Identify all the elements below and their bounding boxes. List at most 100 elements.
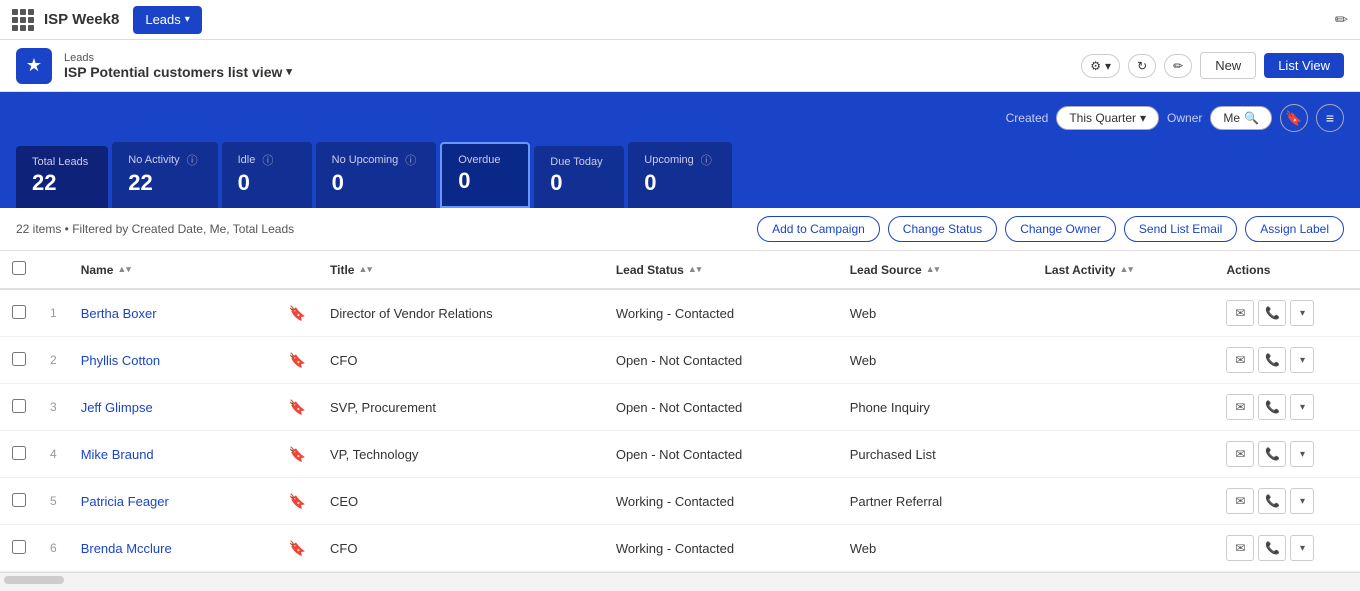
title-cell: CFO <box>318 525 604 572</box>
stat-card-overdue[interactable]: Overdue 0 <box>440 142 530 208</box>
last-activity-sort-icon[interactable]: ▲▾ <box>1119 264 1132 275</box>
select-all-checkbox[interactable] <box>12 261 26 275</box>
top-edit-icon[interactable]: ✏ <box>1335 10 1348 30</box>
lead-name-link[interactable]: Mike Braund <box>81 447 154 462</box>
row-bookmark-icon[interactable]: 🔖 <box>289 399 306 415</box>
stat-card-total-leads[interactable]: Total Leads 22 <box>16 146 108 208</box>
horizontal-scrollbar[interactable] <box>0 572 1360 586</box>
send-email-button[interactable]: Send List Email <box>1124 216 1237 242</box>
table-row: 2 Phyllis Cotton 🔖 CFO Open - Not Contac… <box>0 337 1360 384</box>
name-sort-icon[interactable]: ▲▾ <box>117 264 130 275</box>
settings-button[interactable]: ⚙ ▾ <box>1081 54 1120 78</box>
email-action-button[interactable]: ✉ <box>1226 535 1254 561</box>
last-activity-cell <box>1033 289 1215 337</box>
refresh-button[interactable]: ↻ <box>1128 54 1156 78</box>
list-filter-button[interactable]: ≡ <box>1316 104 1344 132</box>
phone-action-button[interactable]: 📞 <box>1258 300 1286 326</box>
assign-label-button[interactable]: Assign Label <box>1245 216 1344 242</box>
stat-value: 22 <box>128 170 197 196</box>
nav-tab-arrow-icon: ▾ <box>185 14 190 25</box>
stat-card-no-activity[interactable]: No Activityⓘ 22 <box>112 142 217 208</box>
phone-action-button[interactable]: 📞 <box>1258 441 1286 467</box>
owner-me-filter[interactable]: Me 🔍 <box>1210 106 1272 130</box>
stat-info-icon[interactable]: ⓘ <box>262 152 273 168</box>
email-action-button[interactable]: ✉ <box>1226 394 1254 420</box>
stat-value: 0 <box>458 168 508 194</box>
lead-name-link[interactable]: Brenda Mcclure <box>81 541 172 556</box>
lead-name-cell: Jeff Glimpse <box>69 384 277 431</box>
stat-info-icon[interactable]: ⓘ <box>405 152 416 168</box>
stat-label: No Activityⓘ <box>128 152 197 168</box>
email-action-button[interactable]: ✉ <box>1226 488 1254 514</box>
phone-action-button[interactable]: 📞 <box>1258 488 1286 514</box>
stats-section: Created This Quarter ▾ Owner Me 🔍 🔖 ≡ To… <box>0 92 1360 208</box>
bookmark-filter-button[interactable]: 🔖 <box>1280 104 1308 132</box>
row-dropdown-button[interactable]: ▾ <box>1290 300 1314 326</box>
row-checkbox-3[interactable] <box>12 446 26 460</box>
row-checkbox-cell <box>0 478 38 525</box>
stat-value: 0 <box>644 170 712 196</box>
lead-name-link[interactable]: Patricia Feager <box>81 494 169 509</box>
list-toolbar: 22 items • Filtered by Created Date, Me,… <box>0 208 1360 251</box>
this-quarter-filter[interactable]: This Quarter ▾ <box>1056 106 1159 130</box>
phone-action-button[interactable]: 📞 <box>1258 535 1286 561</box>
bookmark-cell: 🔖 <box>277 431 318 478</box>
lead-name-link[interactable]: Bertha Boxer <box>81 306 157 321</box>
stat-card-idle[interactable]: Idleⓘ 0 <box>222 142 312 208</box>
row-bookmark-icon[interactable]: 🔖 <box>289 305 306 321</box>
lead-status-sort-icon[interactable]: ▲▾ <box>688 264 701 275</box>
th-name: Name ▲▾ <box>69 251 277 289</box>
row-dropdown-button[interactable]: ▾ <box>1290 394 1314 420</box>
email-action-button[interactable]: ✉ <box>1226 300 1254 326</box>
table-row: 1 Bertha Boxer 🔖 Director of Vendor Rela… <box>0 289 1360 337</box>
stat-info-icon[interactable]: ⓘ <box>701 152 712 168</box>
stat-card-upcoming[interactable]: Upcomingⓘ 0 <box>628 142 732 208</box>
stat-card-no-upcoming[interactable]: No Upcomingⓘ 0 <box>316 142 437 208</box>
header-brand-icon: ★ <box>16 48 52 84</box>
row-dropdown-button[interactable]: ▾ <box>1290 441 1314 467</box>
row-bookmark-icon[interactable]: 🔖 <box>289 540 306 556</box>
row-num: 4 <box>38 431 69 478</box>
th-last-activity: Last Activity ▲▾ <box>1033 251 1215 289</box>
lead-name-cell: Patricia Feager <box>69 478 277 525</box>
row-checkbox-2[interactable] <box>12 399 26 413</box>
phone-action-button[interactable]: 📞 <box>1258 394 1286 420</box>
lead-source-cell: Web <box>838 337 1033 384</box>
email-action-button[interactable]: ✉ <box>1226 441 1254 467</box>
bookmark-cell: 🔖 <box>277 337 318 384</box>
stat-card-due-today[interactable]: Due Today 0 <box>534 146 624 208</box>
change-status-button[interactable]: Change Status <box>888 216 997 242</box>
lead-name-link[interactable]: Phyllis Cotton <box>81 353 160 368</box>
table-header: Name ▲▾ Title ▲▾ Lead Status ▲▾ <box>0 251 1360 289</box>
stat-value: 22 <box>32 170 88 196</box>
row-bookmark-icon[interactable]: 🔖 <box>289 446 306 462</box>
app-grid-icon[interactable] <box>12 9 34 31</box>
phone-action-button[interactable]: 📞 <box>1258 347 1286 373</box>
email-action-button[interactable]: ✉ <box>1226 347 1254 373</box>
row-bookmark-icon[interactable]: 🔖 <box>289 352 306 368</box>
bookmark-cell: 🔖 <box>277 525 318 572</box>
row-dropdown-button[interactable]: ▾ <box>1290 535 1314 561</box>
lead-source-cell: Web <box>838 525 1033 572</box>
row-checkbox-4[interactable] <box>12 493 26 507</box>
lead-source-sort-icon[interactable]: ▲▾ <box>926 264 939 275</box>
row-dropdown-button[interactable]: ▾ <box>1290 488 1314 514</box>
row-checkbox-0[interactable] <box>12 305 26 319</box>
title-sort-icon[interactable]: ▲▾ <box>358 264 371 275</box>
row-checkbox-1[interactable] <box>12 352 26 366</box>
row-checkbox-5[interactable] <box>12 540 26 554</box>
change-owner-button[interactable]: Change Owner <box>1005 216 1116 242</box>
leads-nav-tab[interactable]: Leads ▾ <box>133 6 201 34</box>
lead-status-cell: Working - Contacted <box>604 525 838 572</box>
add-campaign-button[interactable]: Add to Campaign <box>757 216 880 242</box>
leads-table: Name ▲▾ Title ▲▾ Lead Status ▲▾ <box>0 251 1360 572</box>
edit-button[interactable]: ✏ <box>1164 54 1192 78</box>
bookmark-cell: 🔖 <box>277 289 318 337</box>
stat-info-icon[interactable]: ⓘ <box>187 152 198 168</box>
lead-name-link[interactable]: Jeff Glimpse <box>81 400 153 415</box>
row-bookmark-icon[interactable]: 🔖 <box>289 493 306 509</box>
list-view-button[interactable]: List View <box>1264 53 1344 78</box>
new-button[interactable]: New <box>1200 52 1256 79</box>
scroll-thumb[interactable] <box>4 576 64 584</box>
row-dropdown-button[interactable]: ▾ <box>1290 347 1314 373</box>
